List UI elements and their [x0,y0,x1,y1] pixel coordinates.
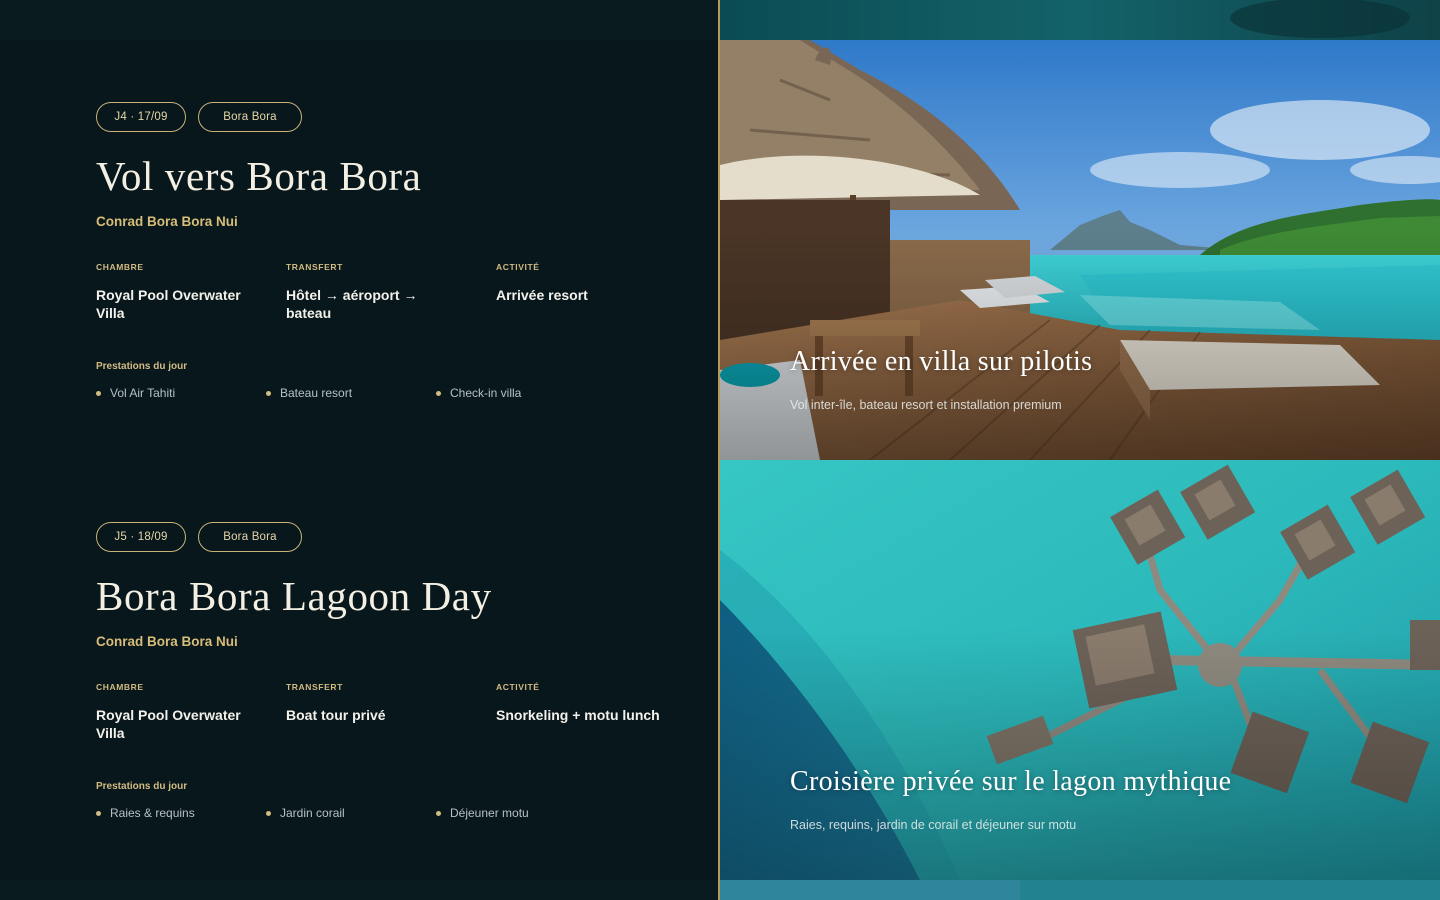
transfer-value: Boat tour privé [286,707,386,723]
itinerary-column: J4 · 17/09 Bora Bora Vol vers Bora Bora … [0,0,718,900]
day-tags: J4 · 17/09 Bora Bora [96,102,302,132]
previous-day-edge [0,0,718,40]
room-value: Royal Pool Overwater Villa [96,707,241,741]
day-title: Bora Bora Lagoon Day [96,573,492,619]
room-info: CHAMBRE Royal Pool Overwater Villa [96,682,266,742]
previous-photo-edge [720,0,1440,40]
transfer-label: TRANSFERT [286,262,343,272]
day-card-j5: J5 · 18/09 Bora Bora Bora Bora Lagoon Da… [0,460,718,880]
service-item: Raies & requins [96,806,195,820]
transfer-info: TRANSFERT Boat tour privé [286,682,456,724]
service-item: Vol Air Tahiti [96,386,175,400]
day-photo-j4: Arrivée en villa sur pilotis Vol inter-î… [720,40,1440,460]
hotel-name: Conrad Bora Bora Nui [96,634,238,649]
activity-info: ACTIVITÉ Snorkeling + motu lunch [496,682,666,724]
service-label: Check-in villa [450,386,522,400]
next-photo-edge [720,880,1440,900]
bullet-dot-icon [266,390,271,396]
itinerary-page: J4 · 17/09 Bora Bora Vol vers Bora Bora … [0,0,1440,900]
room-info: CHAMBRE Royal Pool Overwater Villa [96,262,266,322]
location-tag: Bora Bora [198,102,302,132]
day-details: CHAMBRE Royal Pool Overwater Villa TRANS… [96,262,696,332]
services-list: Vol Air Tahiti Bateau resort Check-in vi… [96,386,656,402]
services-list: Raies & requins Jardin corail Déjeuner m… [96,806,656,822]
bullet-dot-icon [436,390,441,396]
transfer-value: Hôtel → aéroport → bateau [286,287,418,321]
day-title: Vol vers Bora Bora [96,153,422,199]
activity-label: ACTIVITÉ [496,262,540,272]
activity-value: Arrivée resort [496,287,588,303]
services-label: Prestations du jour [96,781,188,792]
service-label: Déjeuner motu [450,806,529,820]
date-tag: J4 · 17/09 [96,102,186,132]
lagoon-edge-image [720,0,1440,40]
photo-caption-title: Croisière privée sur le lagon mythique [790,766,1232,797]
photo-caption-subtitle: Raies, requins, jardin de corail et déje… [790,818,1077,832]
bullet-dot-icon [96,810,101,816]
hotel-name: Conrad Bora Bora Nui [96,214,238,229]
day-tags: J5 · 18/09 Bora Bora [96,522,302,552]
date-tag: J5 · 18/09 [96,522,186,552]
room-value: Royal Pool Overwater Villa [96,287,241,321]
service-item: Jardin corail [266,806,345,820]
service-label: Jardin corail [280,806,345,820]
next-day-edge [0,880,718,900]
photo-column: Arrivée en villa sur pilotis Vol inter-î… [720,0,1440,900]
location-tag: Bora Bora [198,522,302,552]
transfer-info: TRANSFERT Hôtel → aéroport → bateau [286,262,456,322]
next-photo-image [720,880,1440,900]
photo-caption-subtitle: Vol inter-île, bateau resort et installa… [790,398,1062,412]
photo-caption-title: Arrivée en villa sur pilotis [790,346,1093,377]
activity-label: ACTIVITÉ [496,682,540,692]
activity-info: ACTIVITÉ Arrivée resort [496,262,666,304]
service-item: Déjeuner motu [436,806,529,820]
service-label: Bateau resort [280,386,353,400]
service-item: Bateau resort [266,386,352,400]
service-item: Check-in villa [436,386,521,400]
room-label: CHAMBRE [96,262,144,272]
services-label: Prestations du jour [96,361,188,372]
day-card-j4: J4 · 17/09 Bora Bora Vol vers Bora Bora … [0,40,718,460]
activity-value: Snorkeling + motu lunch [496,707,660,723]
service-label: Raies & requins [110,806,195,820]
day-photo-j5: Croisière privée sur le lagon mythique R… [720,460,1440,880]
room-label: CHAMBRE [96,682,144,692]
overwater-villa-image [720,40,1440,460]
transfer-label: TRANSFERT [286,682,343,692]
aerial-lagoon-image [720,460,1440,880]
bullet-dot-icon [436,810,441,816]
bullet-dot-icon [96,390,101,396]
day-details: CHAMBRE Royal Pool Overwater Villa TRANS… [96,682,696,752]
service-label: Vol Air Tahiti [110,386,176,400]
bullet-dot-icon [266,810,271,816]
